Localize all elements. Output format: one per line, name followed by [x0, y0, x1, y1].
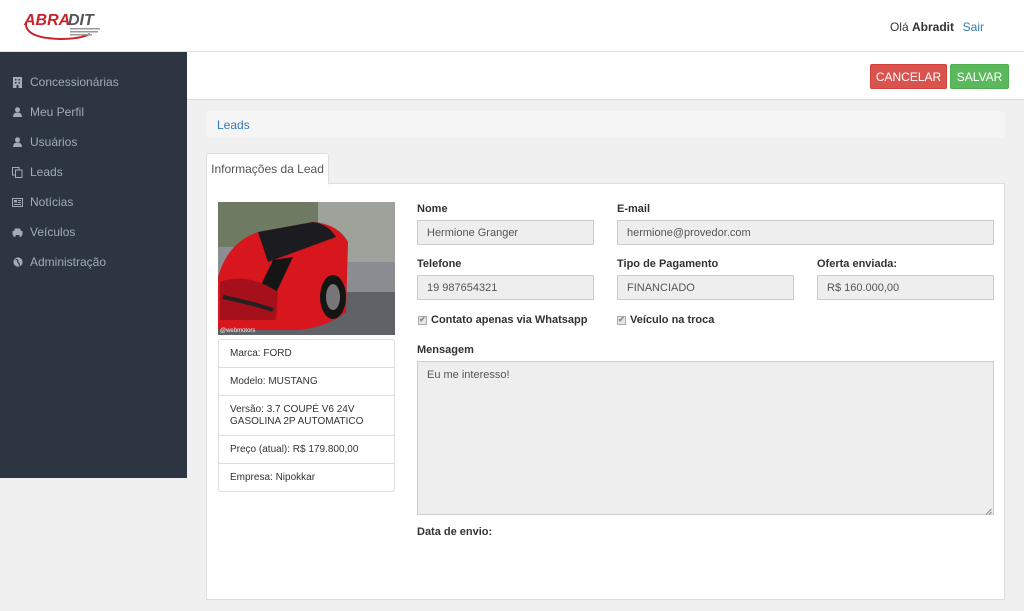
greeting-prefix: Olá [889, 20, 909, 34]
sidebar-item-leads[interactable]: Leads [0, 157, 187, 187]
photo-watermark: @webmotors [220, 328, 256, 334]
whatsapp-checkbox[interactable]: ✔ [418, 315, 427, 325]
telefone-label: Telefone [417, 258, 462, 270]
sidebar-item-usuarios[interactable]: Usuários [0, 127, 187, 157]
tipo-pagamento-field[interactable]: FINANCIADO [617, 275, 794, 300]
vehicle-details-list: Marca: FORD Modelo: MUSTANG Versão: 3.7 … [218, 339, 395, 492]
svg-text:DIT: DIT [68, 12, 95, 29]
breadcrumb: Leads [206, 111, 1005, 138]
user-name: Abradit [912, 20, 954, 34]
vehicle-photo: @webmotors [218, 202, 395, 335]
sidebar-item-label: Veículos [30, 225, 76, 239]
logout-link[interactable]: Sair [963, 20, 984, 34]
action-bar: CANCELAR SALVAR [187, 52, 1024, 100]
top-bar: ABRA DIT Olá Abradit Sair [0, 0, 1024, 52]
vehicle-model: Modelo: MUSTANG [219, 368, 394, 396]
sidebar-item-meu-perfil[interactable]: Meu Perfil [0, 97, 187, 127]
sidebar-item-label: Meu Perfil [30, 105, 85, 119]
troca-label: Veículo na troca [630, 314, 715, 326]
whatsapp-label: Contato apenas via Whatsapp [431, 314, 588, 326]
sidebar-item-administracao[interactable]: Administração [0, 247, 187, 277]
vehicle-brand: Marca: FORD [219, 340, 394, 368]
sidebar-item-label: Administração [30, 255, 107, 269]
copy-icon [12, 166, 23, 178]
users-icon [12, 137, 23, 148]
save-button[interactable]: SALVAR [950, 64, 1009, 89]
globe-icon [12, 257, 23, 268]
cancel-button[interactable]: CANCELAR [870, 64, 947, 89]
data-envio-label: Data de envio: [417, 526, 493, 538]
sidebar-item-label: Concessionárias [30, 75, 119, 89]
whatsapp-checkbox-row[interactable]: ✔ Contato apenas via Whatsapp [418, 314, 587, 326]
mensagem-textarea[interactable]: Eu me interesso! [417, 361, 994, 515]
vehicle-price: Preço (atual): R$ 179.800,00 [219, 436, 394, 464]
abradit-logo[interactable]: ABRA DIT [20, 8, 104, 42]
mensagem-label: Mensagem [417, 344, 474, 356]
car-icon [12, 227, 23, 238]
building-icon [12, 76, 23, 88]
tipo-pagamento-label: Tipo de Pagamento [617, 258, 719, 270]
sidebar-item-label: Leads [30, 165, 63, 179]
svg-text:ABRA: ABRA [23, 12, 70, 29]
sidebar-item-veiculos[interactable]: Veículos [0, 217, 187, 247]
sidebar: Concessionárias Meu Perfil Usuários Lead… [0, 52, 187, 478]
nome-label: Nome [417, 203, 448, 215]
sidebar-item-noticias[interactable]: Notícias [0, 187, 187, 217]
email-label: E-mail [617, 203, 651, 215]
troca-checkbox-row[interactable]: ✔ Veículo na troca [617, 314, 714, 326]
sidebar-item-label: Notícias [30, 195, 74, 209]
troca-checkbox[interactable]: ✔ [617, 315, 626, 325]
resize-grip-icon[interactable] [985, 506, 992, 515]
user-greeting: Olá Abradit [890, 20, 954, 34]
oferta-label: Oferta enviada: [817, 258, 898, 270]
vehicle-company: Empresa: Nipokkar [230, 471, 316, 483]
email-field[interactable]: hermione@provedor.com [617, 220, 994, 245]
user-icon [12, 107, 23, 118]
tab-informacoes-da-lead[interactable]: Informações da Lead [206, 153, 329, 185]
newspaper-icon [12, 197, 23, 208]
nome-field[interactable]: Hermione Granger [417, 220, 594, 245]
vehicle-version: Versão: 3.7 COUPÉ V6 24V GASOLINA 2P AUT… [219, 396, 394, 436]
oferta-field[interactable]: R$ 160.000,00 [817, 275, 994, 300]
sidebar-item-concessionarias[interactable]: Concessionárias [0, 67, 187, 97]
telefone-field[interactable]: 19 987654321 [417, 275, 594, 300]
mensagem-text: Eu me interesso! [427, 369, 510, 381]
breadcrumb-leads-link[interactable]: Leads [217, 118, 250, 132]
sidebar-item-label: Usuários [30, 135, 78, 149]
